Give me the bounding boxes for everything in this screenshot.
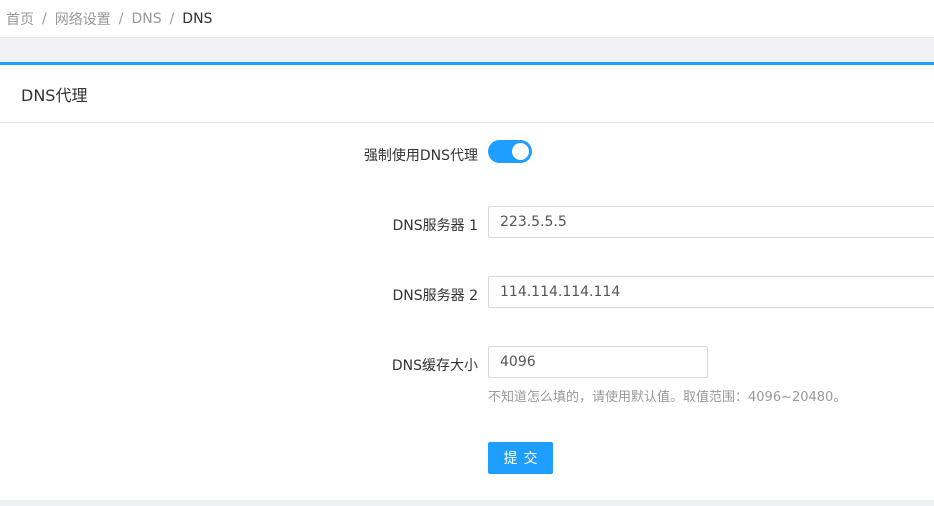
card-title: DNS代理 bbox=[0, 65, 934, 123]
breadcrumb-network-settings[interactable]: 网络设置 bbox=[55, 9, 111, 29]
breadcrumb-separator: / bbox=[118, 10, 124, 27]
breadcrumb-separator: / bbox=[42, 10, 47, 27]
dns-server-1-label: DNS服务器 1 bbox=[392, 218, 479, 234]
toggle-knob bbox=[512, 143, 529, 160]
breadcrumb: 首页 / 网络设置 / DNS / DNS bbox=[0, 0, 934, 38]
dns-server-2-input[interactable] bbox=[488, 276, 934, 308]
breadcrumb-current: DNS bbox=[182, 10, 213, 27]
dns-cache-size-label: DNS缓存大小 bbox=[391, 358, 478, 374]
dns-cache-size-input[interactable] bbox=[488, 346, 708, 378]
submit-button[interactable]: 提交 bbox=[488, 442, 553, 474]
force-proxy-label: 强制使用DNS代理 bbox=[363, 148, 478, 164]
breadcrumb-home[interactable]: 首页 bbox=[6, 9, 34, 29]
dns-server-1-input[interactable] bbox=[488, 206, 934, 238]
dns-server-2-label: DNS服务器 2 bbox=[392, 288, 479, 304]
dns-cache-size-hint: 不知道怎么填的，请使用默认值。取值范围：4096~20480。 bbox=[488, 390, 847, 405]
force-proxy-toggle[interactable] bbox=[488, 140, 532, 163]
breadcrumb-dns-section[interactable]: DNS bbox=[131, 11, 161, 27]
breadcrumb-separator: / bbox=[169, 10, 175, 27]
page-gap bbox=[0, 38, 934, 62]
bottom-strip bbox=[0, 500, 934, 506]
